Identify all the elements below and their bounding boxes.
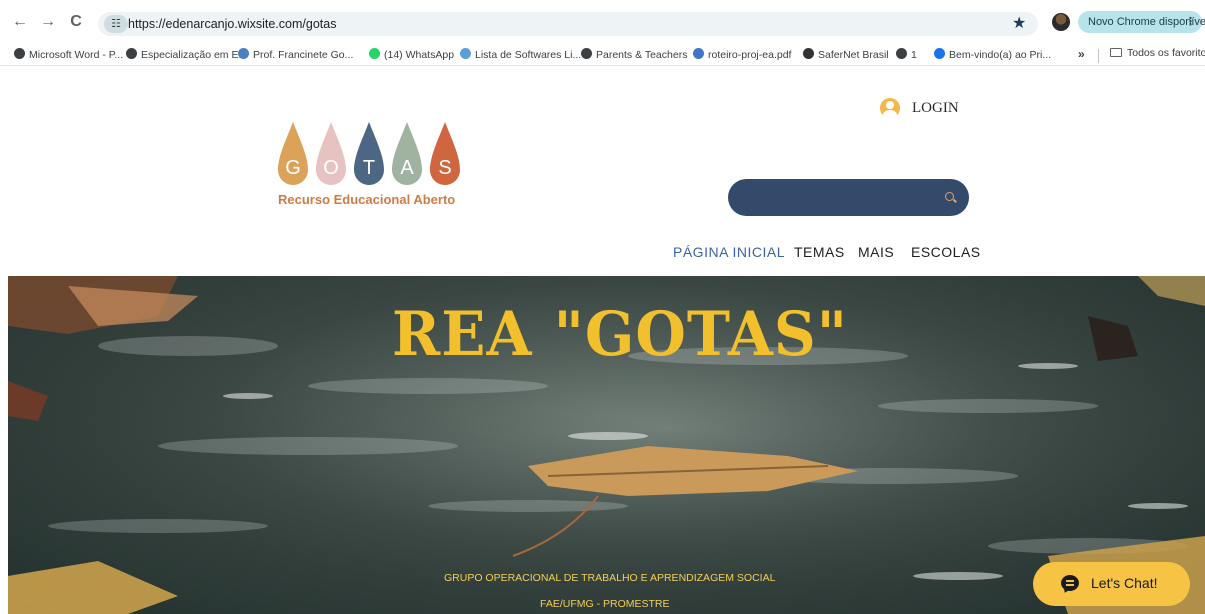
profile-avatar[interactable]	[1052, 13, 1070, 31]
search-icon[interactable]	[945, 192, 954, 201]
bookmark-star-icon[interactable]: ★	[1012, 13, 1026, 33]
site-search-input[interactable]	[728, 179, 969, 216]
login-label: LOGIN	[912, 100, 959, 116]
address-bar[interactable]: ☷ https://edenarcanjo.wixsite.com/gotas	[98, 12, 1038, 36]
bookmark-item[interactable]: Bem-vindo(a) ao Pri...	[934, 47, 1051, 63]
hero-title: REA "GOTAS"	[392, 298, 848, 370]
bookmark-label: Parents & Teachers	[596, 49, 688, 61]
globe-icon	[126, 48, 137, 59]
bookmark-label: SaferNet Brasil	[818, 49, 889, 61]
all-bookmarks-button[interactable]: Todos os favoritos	[1110, 47, 1205, 59]
reload-icon[interactable]: C	[66, 12, 86, 32]
bookmark-label: Lista de Softwares Li...	[475, 49, 582, 61]
pdf-icon	[693, 48, 704, 59]
safernet-icon	[803, 48, 814, 59]
bookmark-item[interactable]: Especialização em E...	[126, 47, 247, 63]
bookmark-label: Bem-vindo(a) ao Pri...	[949, 49, 1052, 61]
hero-banner: REA "GOTAS" GRUPO OPERACIONAL DE TRABALH…	[8, 276, 1205, 614]
play-icon	[934, 48, 945, 59]
bookmark-item[interactable]: SaferNet Brasil	[803, 47, 889, 63]
folder-icon	[1110, 48, 1122, 57]
globe-icon	[581, 48, 592, 59]
logo-drop: A	[392, 122, 422, 186]
bookmarks-bar: Microsoft Word - P... Especialização em E…	[0, 44, 1205, 66]
wordpress-icon	[460, 48, 471, 59]
globe-icon	[14, 48, 25, 59]
bookmark-label: Microsoft Word - P...	[29, 49, 124, 61]
logo-letter: T	[362, 157, 376, 179]
site-icon	[238, 48, 249, 59]
logo-drop: O	[316, 122, 346, 186]
chat-bubble-icon	[1061, 575, 1079, 591]
url-text[interactable]: https://edenarcanjo.wixsite.com/gotas	[128, 17, 336, 31]
hero-subtitle: GRUPO OPERACIONAL DE TRABALHO E APRENDIZ…	[444, 572, 776, 584]
logo-drop: T	[354, 122, 384, 186]
bookmark-item[interactable]: roteiro-proj-ea.pdf	[693, 47, 791, 63]
chat-label: Let's Chat!	[1091, 575, 1158, 591]
site-info-icon[interactable]: ☷	[104, 15, 128, 33]
user-icon	[880, 98, 900, 118]
logo-letter: A	[400, 157, 414, 179]
bookmark-label: (14) WhatsApp	[384, 49, 455, 61]
globe-icon	[896, 48, 907, 59]
bookmark-item[interactable]: Lista de Softwares Li...	[460, 47, 581, 63]
bookmark-item[interactable]: (14) WhatsApp	[369, 47, 454, 63]
gotas-logo[interactable]: Recurso Educacional Aberto GO T A S	[278, 122, 478, 212]
bookmark-label: 1	[911, 49, 917, 61]
nav-mais[interactable]: MAIS	[858, 244, 894, 260]
browser-toolbar: ← → C ☷ https://edenarcanjo.wixsite.com/…	[0, 0, 1205, 44]
logo-tagline: Recurso Educacional Aberto	[278, 192, 456, 207]
nav-escolas[interactable]: ESCOLAS	[911, 244, 981, 260]
bookmark-item[interactable]: 1	[896, 47, 917, 63]
all-bookmarks-label: Todos os favoritos	[1127, 47, 1205, 59]
chrome-update-button[interactable]: Novo Chrome disponível ⋮	[1078, 11, 1205, 33]
menu-kebab-icon[interactable]: ⋮	[1185, 11, 1196, 33]
bookmarks-overflow-icon[interactable]: »	[1078, 47, 1085, 61]
back-arrow-icon[interactable]: ←	[10, 12, 30, 32]
bookmark-item[interactable]: Microsoft Word - P...	[14, 47, 123, 63]
bookmark-label: roteiro-proj-ea.pdf	[708, 49, 792, 61]
whatsapp-icon	[369, 48, 380, 59]
logo-drop: G	[278, 122, 308, 186]
logo-letter: S	[438, 157, 452, 179]
bookmark-label: Prof. Francinete Go...	[253, 49, 354, 61]
logo-letter: G	[285, 157, 301, 179]
bookmark-item[interactable]: Prof. Francinete Go...	[238, 47, 353, 63]
nav-home[interactable]: PÁGINA INICIAL	[673, 244, 785, 260]
hero-affiliation: FAE/UFMG - PROMESTRE	[540, 598, 670, 610]
logo-letter: O	[323, 157, 339, 179]
nav-temas[interactable]: TEMAS	[794, 244, 845, 260]
bookmarks-divider	[1098, 49, 1099, 63]
logo-drop: S	[430, 122, 460, 186]
forward-arrow-icon[interactable]: →	[38, 12, 58, 32]
bookmark-label: Especialização em E...	[141, 49, 248, 61]
chat-button[interactable]: Let's Chat!	[1033, 562, 1190, 606]
bookmark-item[interactable]: Parents & Teachers	[581, 47, 687, 63]
